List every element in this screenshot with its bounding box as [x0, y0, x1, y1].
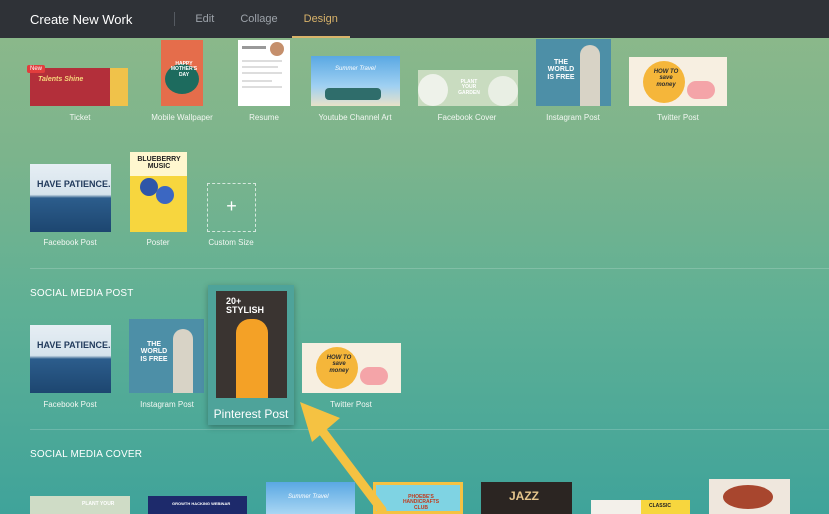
cover-thumb-food[interactable]	[709, 479, 790, 514]
social-facebook-post-thumbnail: HAVE PATIENCE.	[30, 325, 111, 393]
social-twitter-post-thumbnail: HOW TO save money	[302, 343, 401, 393]
top-bar: Create New Work Edit Collage Design	[0, 0, 829, 38]
social-label-facebook-post: Facebook Post	[43, 400, 97, 409]
pinterest-post-label: Pinterest Post	[213, 407, 289, 421]
social-instagram-post-thumbnail: THE WORLD IS FREE	[129, 319, 204, 393]
facebook-post-thumb-text: HAVE PATIENCE.	[37, 179, 111, 189]
cover-thumb-text: GROWTH HACKING WEBINAR	[172, 501, 231, 506]
preset-label-ticket: Ticket	[69, 113, 91, 122]
cover-thumb-text: JAZZ	[509, 489, 539, 503]
plus-icon: +	[226, 196, 237, 216]
social-facebook-thumb-text: HAVE PATIENCE.	[37, 340, 111, 350]
resume-thumbnail	[238, 40, 290, 106]
instagram-thumb-text: THE WORLD IS FREE	[547, 59, 575, 81]
section-divider	[30, 268, 829, 269]
custom-size-box[interactable]: +	[207, 183, 256, 232]
preset-label-custom-size: Custom Size	[208, 238, 254, 247]
preset-label-mobile-wallpaper: Mobile Wallpaper	[151, 113, 213, 122]
social-label-instagram-post: Instagram Post	[140, 400, 194, 409]
section-title-social-cover: SOCIAL MEDIA COVER	[30, 449, 143, 460]
ticket-thumbnail: Talents Shine	[30, 68, 128, 106]
preset-label-twitter-post: Twitter Post	[657, 113, 699, 122]
preset-label-youtube-channel-art: Youtube Channel Art	[318, 113, 392, 122]
tab-design[interactable]: Design	[291, 0, 351, 38]
twitter-post-thumbnail: HOW TO save money	[629, 57, 727, 106]
social-twitter-thumb-text: HOW TO save money	[326, 355, 352, 374]
preset-label-resume: Resume	[249, 113, 279, 122]
pointer-arrow-icon	[300, 402, 387, 514]
social-instagram-thumb-text: THE WORLD IS FREE	[140, 341, 168, 363]
twitter-thumb-text: HOW TO save money	[653, 69, 679, 88]
facebook-post-thumbnail: HAVE PATIENCE.	[30, 164, 111, 232]
page-title: Create New Work	[30, 11, 133, 27]
facebook-cover-thumbnail: PLANT YOUR GARDEN	[418, 70, 518, 106]
cover-thumb-webinar[interactable]: GROWTH HACKING WEBINAR	[148, 496, 247, 514]
pinterest-thumb-text: 20+ STYLISH	[226, 296, 265, 316]
instagram-post-thumbnail: THE WORLD IS FREE	[536, 39, 611, 106]
cover-thumb-text: PHOEBE'S HANDICRAFTS CLUB	[402, 494, 440, 511]
pinterest-post-thumbnail[interactable]: 20+ STYLISH	[216, 291, 287, 398]
cover-thumb-classic[interactable]: CLASSIC	[591, 500, 690, 514]
preset-label-facebook-post: Facebook Post	[43, 238, 97, 247]
cover-thumb-text: CLASSIC	[649, 503, 671, 509]
new-badge: New	[27, 65, 46, 73]
youtube-thumb-text: Summer Travel	[335, 66, 376, 72]
mobile-wallpaper-thumb-text: HAPPY MOTHER'S DAY	[170, 61, 198, 78]
title-divider	[174, 12, 176, 26]
preset-label-poster: Poster	[146, 238, 170, 247]
preset-label-facebook-cover: Facebook Cover	[437, 113, 497, 122]
cover-thumb-plant[interactable]: PLANT YOUR	[30, 496, 130, 514]
cover-thumb-jazz[interactable]: JAZZ	[481, 482, 572, 514]
cover-thumb-text: PLANT YOUR	[82, 501, 115, 507]
youtube-channel-art-thumbnail: Summer Travel	[311, 56, 400, 106]
section-title-social-post: SOCIAL MEDIA POST	[30, 288, 134, 299]
preset-label-instagram-post: Instagram Post	[546, 113, 600, 122]
tab-collage[interactable]: Collage	[240, 0, 277, 38]
poster-thumb-text: BLUEBERRY MUSIC	[137, 156, 181, 171]
tab-edit[interactable]: Edit	[195, 0, 214, 38]
ticket-thumb-text: Talents Shine	[38, 76, 84, 83]
poster-thumbnail: BLUEBERRY MUSIC	[130, 152, 187, 232]
mobile-wallpaper-thumbnail: HAPPY MOTHER'S DAY	[161, 40, 203, 106]
section-divider	[30, 429, 829, 430]
facebook-cover-thumb-text: PLANT YOUR GARDEN	[458, 79, 480, 96]
